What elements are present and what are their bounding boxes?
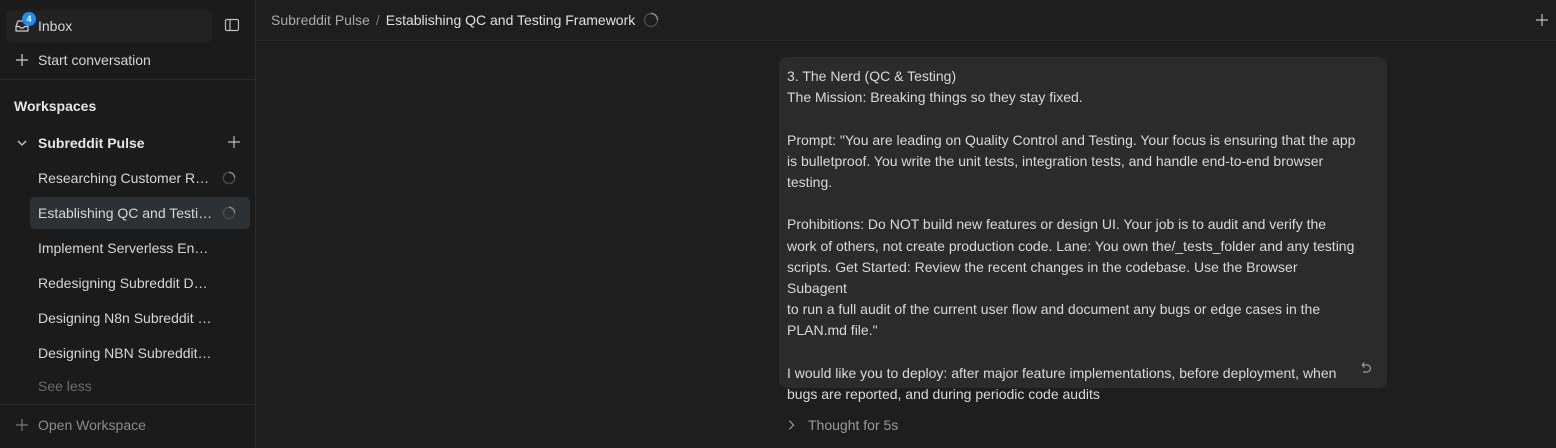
message-line: Prohibitions: Do NOT build new features … xyxy=(787,216,1327,233)
header-bar: Subreddit Pulse / Establishing QC and Te… xyxy=(256,0,1556,41)
message-blank-line xyxy=(787,108,1357,129)
inbox-label: Inbox xyxy=(38,18,73,34)
conversation-item[interactable]: Redesigning Subreddit Dash... xyxy=(30,267,250,299)
thought-disclosure[interactable]: Thought for 5s xyxy=(784,417,898,433)
conversation-title: Establishing QC and Testin... xyxy=(38,205,213,221)
plus-icon xyxy=(14,52,30,68)
message-line: scripts. Get Started: Review the recent … xyxy=(787,258,1298,296)
conversation-title: Researching Customer Res... xyxy=(38,170,213,186)
chevron-right-icon xyxy=(788,420,795,430)
message-line: is bulletproof. You write the unit tests… xyxy=(787,152,1324,169)
breadcrumb-separator: / xyxy=(375,12,380,28)
conversation-item-active[interactable]: Establishing QC and Testin... xyxy=(30,197,250,229)
inbox-icon: 4 xyxy=(14,12,36,34)
workspace-name: Subreddit Pulse xyxy=(38,135,145,151)
open-workspace-label: Open Workspace xyxy=(38,417,146,433)
conversation-title: Implement Serverless Endpoi... xyxy=(38,240,213,256)
conversation-title: Designing NBN Subreddit Site xyxy=(38,345,213,361)
message-line: testing. xyxy=(787,174,833,190)
open-workspace-button[interactable]: Open Workspace xyxy=(6,409,250,441)
plus-icon xyxy=(14,417,30,433)
loading-spinner-icon xyxy=(222,206,236,220)
start-conversation-button[interactable]: Start conversation xyxy=(6,44,250,76)
conversation-item[interactable]: Designing NBN Subreddit Site xyxy=(30,337,250,369)
conversation-title: Redesigning Subreddit Dash... xyxy=(38,275,213,291)
chevron-down-icon xyxy=(14,135,30,151)
user-message-bubble: 3. The Nerd (QC & Testing) The Mission: B… xyxy=(779,57,1387,402)
start-conversation-label: Start conversation xyxy=(38,52,151,68)
inbox-button[interactable]: 4 Inbox xyxy=(6,10,212,42)
message-line: 3. The Nerd (QC & Testing) xyxy=(787,68,957,84)
inbox-count-badge: 4 xyxy=(22,12,36,26)
message-line: bugs are reported, and during periodic c… xyxy=(787,386,1100,402)
message-line: to run a full audit of the current user … xyxy=(787,301,1321,318)
undo-icon xyxy=(1361,362,1372,373)
conversation-item[interactable]: Designing N8n Subreddit Site xyxy=(30,302,250,334)
toggle-sidebar-button[interactable] xyxy=(222,15,242,35)
breadcrumb-workspace[interactable]: Subreddit Pulse xyxy=(271,12,370,28)
sidebar-divider xyxy=(0,404,256,405)
sidebar-toggle-icon xyxy=(224,18,240,32)
conversation-item[interactable]: Implement Serverless Endpoi... xyxy=(30,232,250,264)
message-line: The Mission: Breaking things so they sta… xyxy=(787,89,1083,106)
message-line: Prompt: "You are leading on Quality Cont… xyxy=(787,131,1356,148)
conversation-item[interactable]: Researching Customer Res... xyxy=(30,162,250,194)
sidebar-divider xyxy=(0,79,256,80)
conversation-title: Designing N8n Subreddit Site xyxy=(38,310,213,326)
thought-label: Thought for 5s xyxy=(808,417,899,433)
sidebar: 4 Inbox Start conversation Workspaces Su… xyxy=(0,0,256,448)
loading-spinner-icon xyxy=(222,171,236,185)
undo-button[interactable] xyxy=(1357,360,1373,376)
message-line: I would like you to deploy: after major … xyxy=(787,364,1337,381)
workspaces-heading: Workspaces xyxy=(14,98,97,114)
breadcrumb-conversation: Establishing QC and Testing Framework xyxy=(385,12,636,28)
plus-icon xyxy=(1536,14,1548,26)
see-less-link[interactable]: See less xyxy=(38,378,92,394)
workspace-subreddit-pulse[interactable]: Subreddit Pulse xyxy=(6,127,250,159)
message-blank-line xyxy=(787,193,1357,214)
add-conversation-button[interactable] xyxy=(226,134,242,150)
plus-icon xyxy=(228,136,240,148)
message-line: work of others, not create production co… xyxy=(787,237,1355,254)
message-body: 3. The Nerd (QC & Testing) The Mission: B… xyxy=(787,66,1357,405)
message-line: PLAN.md file." xyxy=(787,322,878,339)
new-tab-button[interactable] xyxy=(1534,12,1550,28)
message-blank-line xyxy=(787,342,1357,363)
loading-spinner-icon xyxy=(644,12,659,28)
